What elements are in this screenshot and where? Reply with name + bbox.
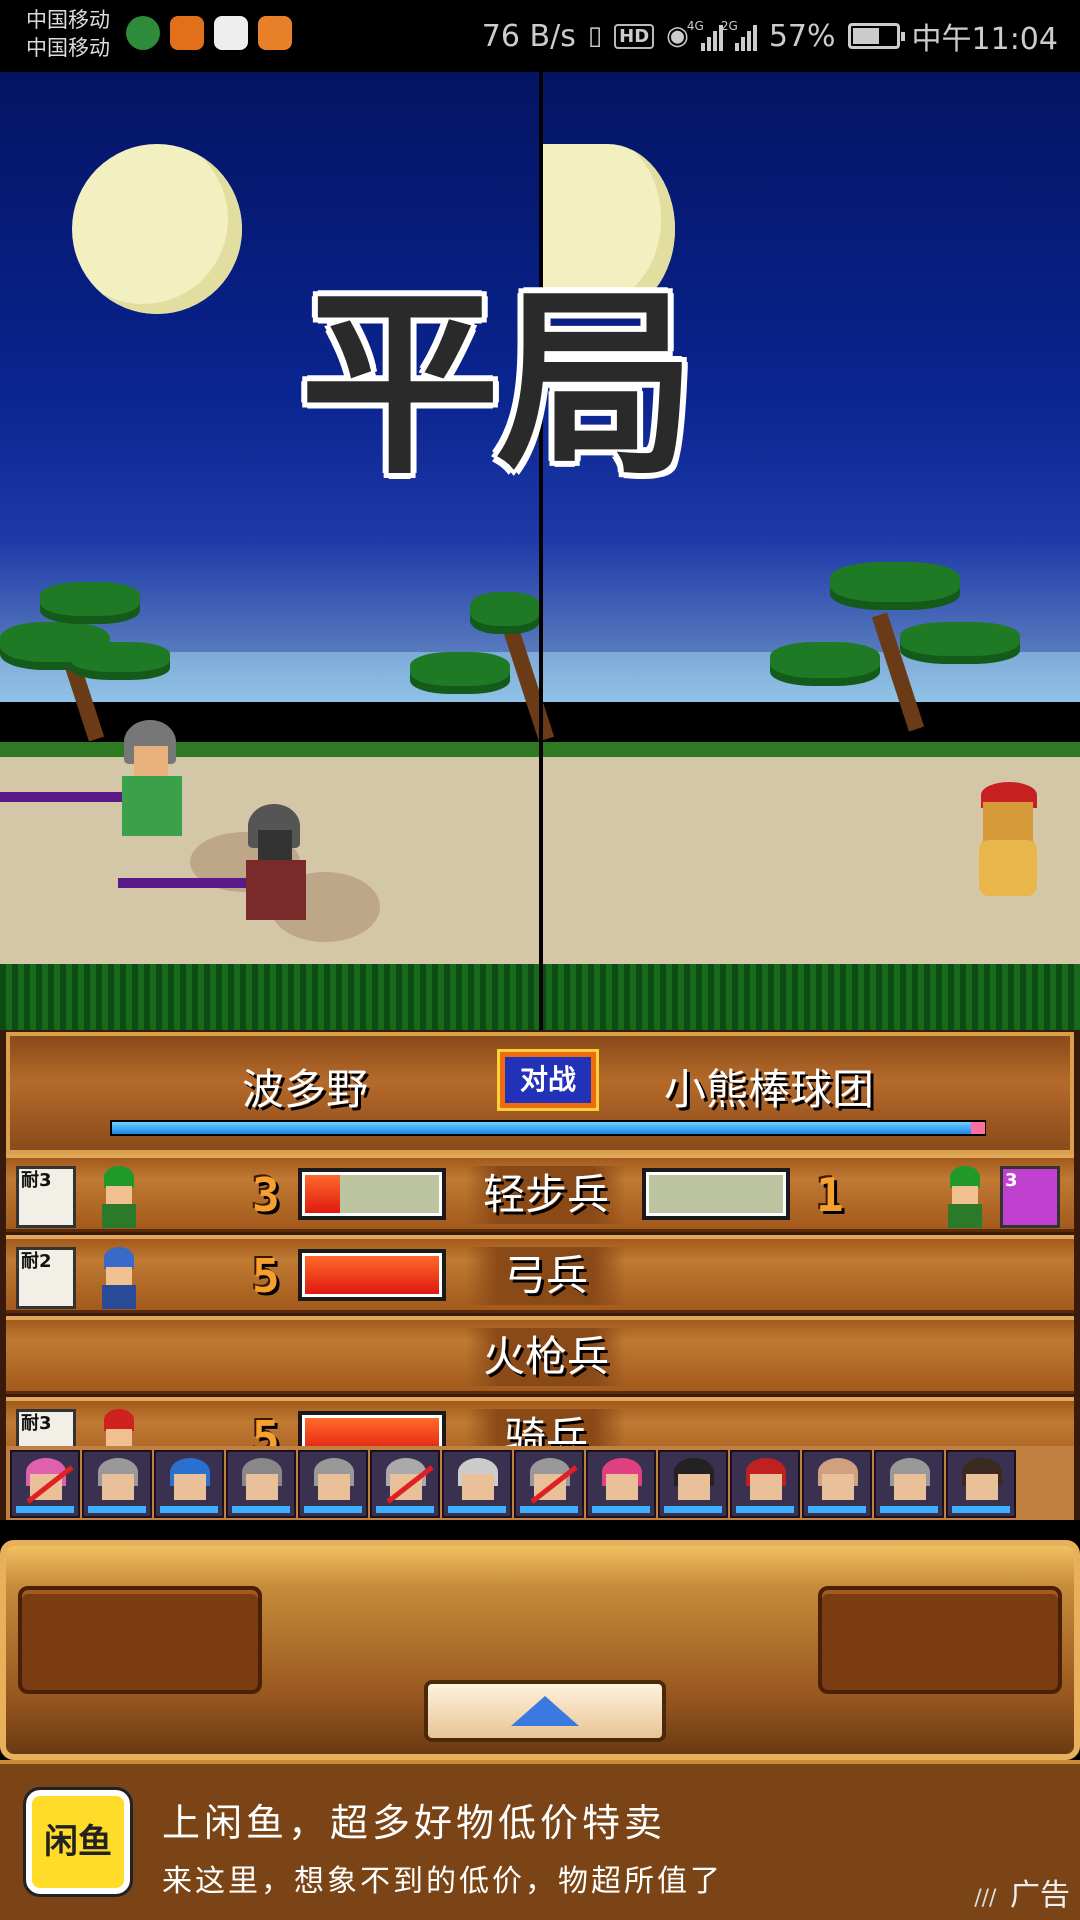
hd-icon: HD [614,23,655,49]
cavalry-soldier [236,804,356,934]
enemy-durability-badge: 3 [1000,1166,1060,1228]
ad-subtitle[interactable]: 来这里，想象不到的低价，物超所值了 [162,1856,723,1900]
enemy-light-infantry-sprite [936,1164,996,1228]
map-pin-icon [214,16,248,50]
commander-portrait[interactable] [946,1450,1016,1518]
right-command-slot[interactable] [818,1586,1062,1694]
durability-badge: 耐2 [16,1247,76,1309]
battle-status-panel: 波多野 对战 小熊棒球团 耐3 3 轻步兵 1 3 耐2 5 弓兵 火枪兵 耐3… [0,1030,1080,1520]
unit-row-light-infantry[interactable]: 耐3 3 轻步兵 1 3 [6,1154,1074,1232]
battery-icon [847,23,905,49]
light-infantry-sprite [90,1164,150,1228]
unit-type-label: 火枪兵 [466,1328,626,1386]
commander-portrait[interactable] [658,1450,728,1518]
team-header: 波多野 对战 小熊棒球团 [6,1032,1074,1154]
commander-portrait[interactable] [442,1450,512,1518]
signal-4g-icon: 4G [687,19,723,51]
net-speed: 76 B/s [481,18,576,54]
left-command-slot[interactable] [18,1586,262,1694]
bird-icon [170,16,204,50]
left-unit-hp-bar [298,1249,446,1301]
triangle-up-icon [511,1696,579,1726]
commander-portrait[interactable] [154,1450,224,1518]
ad-tag-label: 广告 [1010,1878,1070,1913]
ad-title[interactable]: 上闲鱼，超多好物低价特卖 [162,1792,666,1847]
clock: 中午11:04 [911,22,1058,57]
ad-banner[interactable]: 闲鱼 上闲鱼，超多好物低价特卖 来这里，想象不到的低价，物超所值了 /// 广告 [0,1760,1080,1920]
commander-portrait[interactable] [514,1450,584,1518]
unit-row-musketeers[interactable]: 火枪兵 [6,1316,1074,1394]
expand-menu-button[interactable] [424,1680,666,1742]
control-frame [0,1540,1080,1760]
commander-portrait[interactable] [298,1450,368,1518]
right-unit-hp-bar [642,1168,790,1220]
wechat-like-icon [126,16,160,50]
notification-icons [126,16,292,50]
battle-scene: 平局 [0,72,1080,1030]
commander-portrait[interactable] [586,1450,656,1518]
carrier-2: 中国移动 [26,36,110,60]
commander-portrait[interactable] [82,1450,152,1518]
carrier-1: 中国移动 [26,8,110,32]
commander-portrait[interactable] [226,1450,296,1518]
cavalry-soldier [112,720,232,850]
left-unit-hp-bar [298,1168,446,1220]
left-team-name: 波多野 [242,1065,369,1114]
left-unit-count: 3 [252,1168,280,1222]
carrier-labels: 中国移动 中国移动 [26,6,110,62]
battery-percent: 57% [768,18,836,54]
ad-network-icon: /// [974,1886,997,1911]
commander-portrait-strip [6,1446,1074,1520]
durability-badge: 耐3 [16,1166,76,1228]
archer-sprite [90,1245,150,1309]
xianyu-logo-icon[interactable]: 闲鱼 [23,1787,133,1897]
status-bar: 中国移动 中国移动 76 B/s ▯ HD ◉ 4G 2G 57% 中午11:0… [0,0,1080,72]
commander-portrait[interactable] [730,1450,800,1518]
control-area [0,1530,1080,1760]
commander-portrait[interactable] [10,1450,80,1518]
screen-divider [539,72,543,1030]
morale-bar [110,1120,986,1136]
right-team-name: 小熊棒球团 [664,1065,875,1114]
uc-browser-icon [258,16,292,50]
eye-icon: ◉ [666,21,689,51]
unit-type-label: 弓兵 [466,1247,626,1305]
commander-portrait[interactable] [874,1450,944,1518]
unit-row-archers[interactable]: 耐2 5 弓兵 [6,1235,1074,1313]
signal-2g-icon: 2G [721,19,757,51]
commander-portrait[interactable] [802,1450,872,1518]
right-unit-count: 1 [816,1168,844,1222]
draw-result-text: 平局 [300,267,696,502]
moon-left [72,144,242,314]
left-unit-count: 5 [252,1249,280,1303]
bear-mascot-enemy [975,782,1039,902]
commander-portrait[interactable] [370,1450,440,1518]
vs-badge: 对战 [497,1049,599,1111]
ad-tag: /// 广告 [974,1870,1070,1914]
unit-type-label: 轻步兵 [466,1166,626,1224]
vibrate-icon: ▯ [587,21,603,51]
